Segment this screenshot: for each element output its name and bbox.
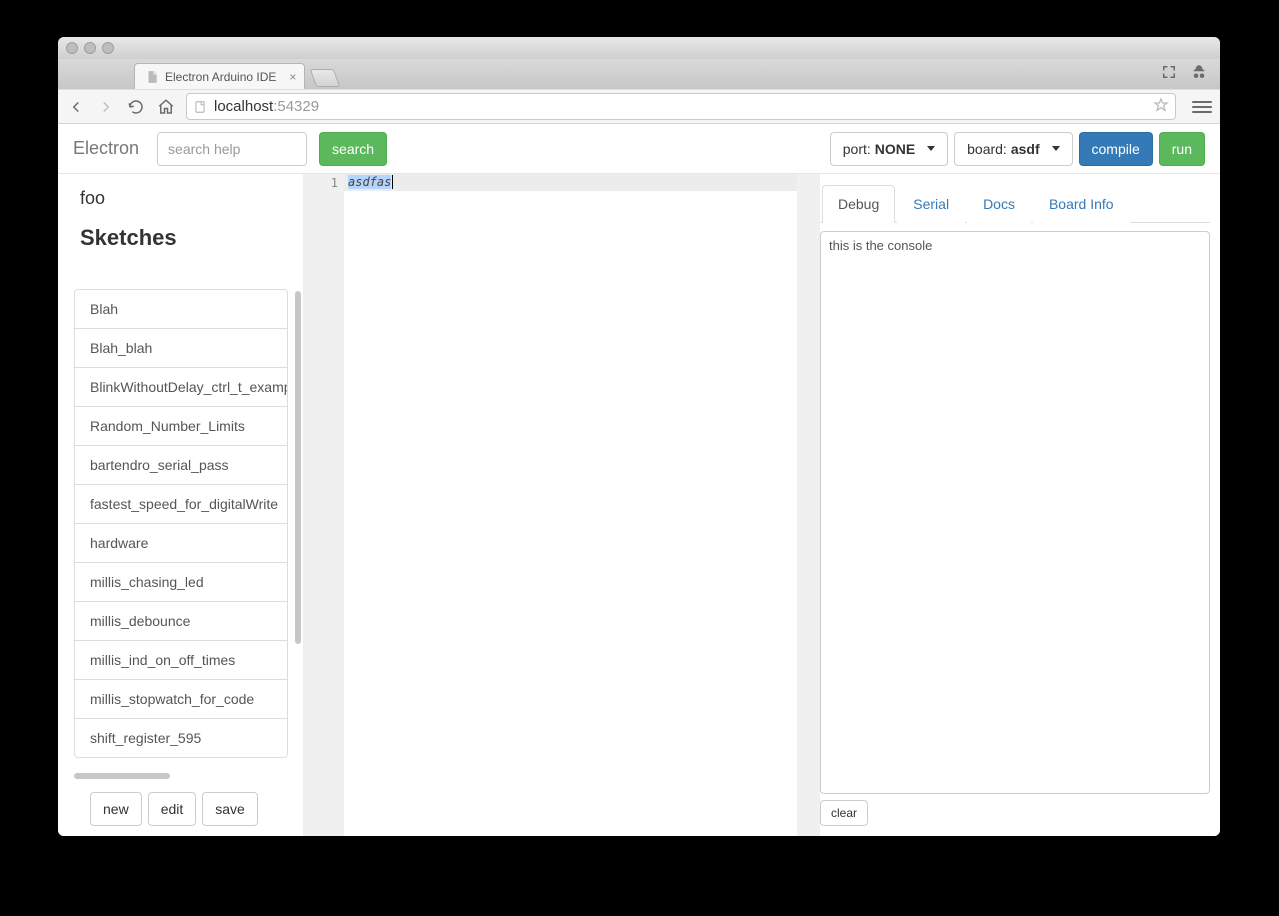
fullscreen-icon[interactable] [1160, 63, 1178, 81]
sketch-item[interactable]: millis_debounce [75, 601, 287, 640]
panel-tabs: DebugSerialDocsBoard Info [820, 184, 1210, 223]
compile-button[interactable]: compile [1079, 132, 1153, 166]
address-bar[interactable]: localhost:54329 [186, 93, 1176, 120]
sketch-item[interactable]: Random_Number_Limits [75, 406, 287, 445]
sketch-item[interactable]: Blah [75, 290, 287, 328]
port-label: port: [843, 141, 871, 157]
page-icon [145, 70, 159, 84]
panel-tab-board-info[interactable]: Board Info [1033, 185, 1130, 223]
code-editor[interactable]: 1 asdfas [303, 174, 820, 836]
bookmark-star-icon[interactable] [1153, 97, 1169, 117]
panel-tab-debug[interactable]: Debug [822, 185, 895, 223]
browser-tab-title: Electron Arduino IDE [165, 70, 276, 84]
sketch-list: BlahBlah_blahBlinkWithoutDelay_ctrl_t_ex… [74, 289, 288, 758]
url-host: localhost [214, 98, 273, 115]
panel-tab-docs[interactable]: Docs [967, 185, 1031, 223]
current-sketch-name: foo [68, 184, 303, 211]
code-line-1[interactable]: asdfas [344, 174, 797, 191]
port-dropdown[interactable]: port: NONE [830, 132, 948, 166]
edit-button[interactable]: edit [148, 792, 197, 826]
reload-button[interactable] [126, 97, 146, 117]
home-button[interactable] [156, 97, 176, 117]
new-button[interactable]: new [90, 792, 142, 826]
editor-cursor [392, 175, 393, 189]
chrome-menu-button[interactable] [1192, 97, 1212, 117]
board-value: asdf [1011, 141, 1040, 157]
chrome-toolbar: localhost:54329 [58, 89, 1220, 124]
sketch-item[interactable]: shift_register_595 [75, 718, 287, 757]
page-icon [193, 99, 207, 115]
console-output[interactable]: this is the console [820, 231, 1210, 794]
sketch-item[interactable]: millis_ind_on_off_times [75, 640, 287, 679]
save-button[interactable]: save [202, 792, 258, 826]
sketch-item[interactable]: hardware [75, 523, 287, 562]
app-brand: Electron [73, 138, 139, 159]
tab-close-icon[interactable]: × [289, 70, 296, 84]
forward-button[interactable] [96, 97, 116, 117]
back-button[interactable] [66, 97, 86, 117]
board-dropdown[interactable]: board: asdf [954, 132, 1072, 166]
search-input[interactable] [157, 132, 307, 166]
search-button[interactable]: search [319, 132, 387, 166]
board-label: board: [967, 141, 1007, 157]
app-navbar: Electron search port: NONE board: asdf c… [58, 124, 1220, 174]
mac-titlebar [58, 37, 1220, 59]
sidebar-vertical-scrollbar[interactable] [293, 291, 303, 706]
chrome-tabstrip: Electron Arduino IDE × [58, 59, 1220, 89]
clear-button[interactable]: clear [820, 800, 868, 826]
caret-down-icon [1052, 146, 1060, 151]
sketch-item[interactable]: bartendro_serial_pass [75, 445, 287, 484]
new-tab-button[interactable] [310, 69, 341, 87]
line-number: 1 [304, 176, 338, 190]
browser-tab[interactable]: Electron Arduino IDE × [134, 63, 305, 89]
sketch-item[interactable]: millis_chasing_led [75, 562, 287, 601]
sketches-heading: Sketches [68, 211, 303, 263]
sketch-item[interactable]: Blah_blah [75, 328, 287, 367]
panel-tab-serial[interactable]: Serial [897, 185, 965, 223]
sidebar-horizontal-scrollbar[interactable] [74, 772, 288, 780]
traffic-minimize[interactable] [84, 42, 96, 54]
run-button[interactable]: run [1159, 132, 1205, 166]
traffic-close[interactable] [66, 42, 78, 54]
sidebar: foo Sketches BlahBlah_blahBlinkWithoutDe… [58, 174, 303, 836]
incognito-icon [1190, 63, 1208, 81]
sketch-item[interactable]: BlinkWithoutDelay_ctrl_t_example [75, 367, 287, 406]
editor-gutter: 1 [304, 174, 344, 836]
traffic-zoom[interactable] [102, 42, 114, 54]
right-panel: DebugSerialDocsBoard Info this is the co… [820, 174, 1220, 836]
port-value: NONE [875, 141, 915, 157]
code-text: asdfas [348, 175, 391, 189]
url-port: :54329 [273, 98, 319, 115]
caret-down-icon [927, 146, 935, 151]
sketch-item[interactable]: fastest_speed_for_digitalWrite [75, 484, 287, 523]
sketch-item[interactable]: millis_stopwatch_for_code [75, 679, 287, 718]
